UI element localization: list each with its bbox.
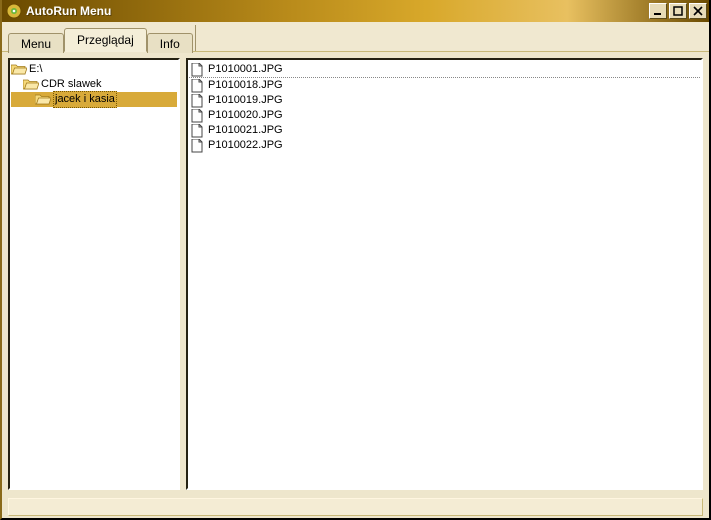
tab-label: Info [160,37,180,51]
tree-item[interactable]: jacek i kasia [11,92,177,107]
folder-open-icon [23,78,39,91]
tab-label: Przeglądaj [77,33,134,47]
tree-item[interactable]: E:\ [11,62,177,77]
tab-info[interactable]: Info [147,33,193,53]
file-name: P1010018.JPG [208,78,283,93]
close-button[interactable] [689,3,707,19]
folder-open-icon [35,93,51,106]
file-icon [191,139,205,153]
file-name: P1010001.JPG [208,62,283,77]
tab-przegladaj[interactable]: Przeglądaj [64,28,147,52]
file-list[interactable]: P1010001.JPGP1010018.JPGP1010019.JPGP101… [188,60,701,155]
file-item[interactable]: P1010019.JPG [189,93,700,108]
file-item[interactable]: P1010022.JPG [189,138,700,153]
file-item[interactable]: P1010021.JPG [189,123,700,138]
titlebar[interactable]: AutoRun Menu [2,0,709,22]
file-item[interactable]: P1010018.JPG [189,78,700,93]
application-window: AutoRun Menu Menu Przeglądaj Info E:\CDR… [0,0,711,520]
folder-tree[interactable]: E:\CDR slawekjacek i kasia [10,60,178,109]
file-list-pane[interactable]: P1010001.JPGP1010018.JPGP1010019.JPGP101… [186,58,703,490]
file-name: P1010022.JPG [208,138,283,153]
file-name: P1010020.JPG [208,108,283,123]
work-area: E:\CDR slawekjacek i kasia P1010001.JPGP… [2,52,709,496]
maximize-button[interactable] [669,3,687,19]
folder-tree-pane[interactable]: E:\CDR slawekjacek i kasia [8,58,180,490]
tree-item-label: jacek i kasia [53,91,117,108]
file-name: P1010019.JPG [208,93,283,108]
tree-item-label: E:\ [29,62,42,77]
tab-label: Menu [21,37,51,51]
window-title: AutoRun Menu [26,4,111,18]
app-icon [6,3,22,19]
statusbar [2,496,709,518]
status-text [8,498,703,516]
tab-menu[interactable]: Menu [8,33,64,53]
file-icon [191,94,205,108]
tree-item-label: CDR slawek [41,77,102,92]
tab-bar: Menu Przeglądaj Info [2,22,709,52]
file-icon [191,124,205,138]
file-icon [191,109,205,123]
file-item[interactable]: P1010020.JPG [189,108,700,123]
file-icon [191,79,205,93]
tree-item[interactable]: CDR slawek [11,77,177,92]
tab-separator [195,25,196,51]
file-icon [191,63,205,77]
file-name: P1010021.JPG [208,123,283,138]
minimize-button[interactable] [649,3,667,19]
file-item[interactable]: P1010001.JPG [189,62,700,77]
folder-open-icon [11,63,27,76]
